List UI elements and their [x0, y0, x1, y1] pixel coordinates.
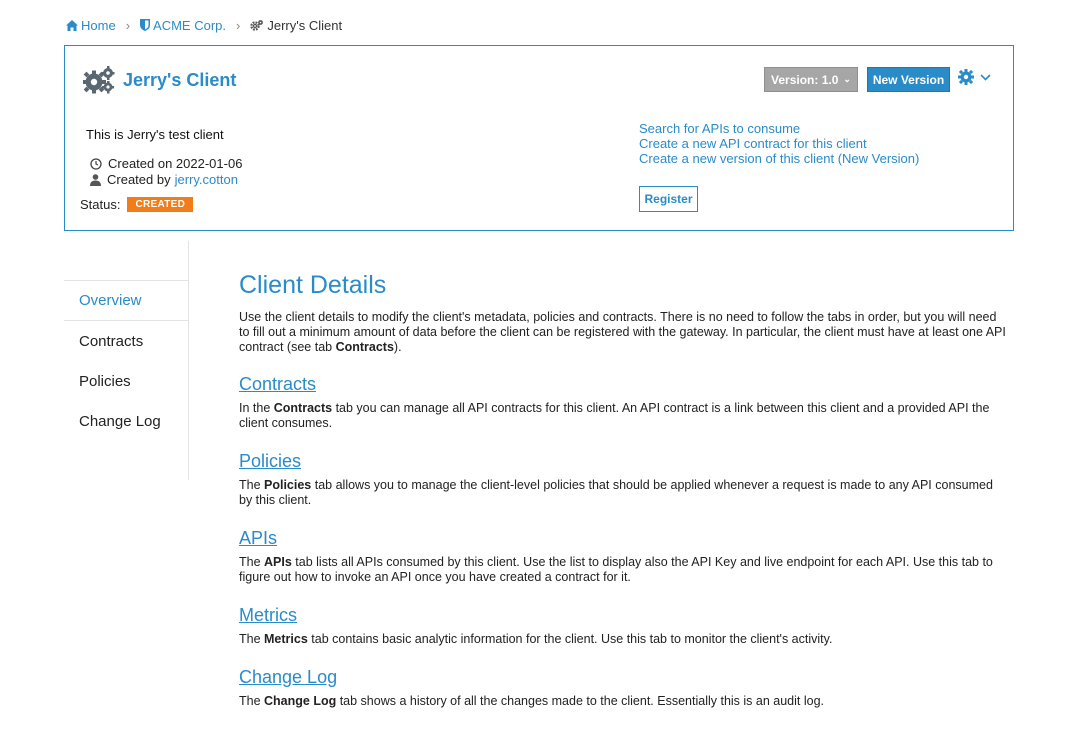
created-by-user-link[interactable]: jerry.cotton — [175, 172, 238, 187]
breadcrumb: Home › ACME Corp. › Jerry's Client — [66, 17, 342, 33]
breadcrumb-home-label: Home — [81, 17, 116, 33]
breadcrumb-org-label: ACME Corp. — [153, 17, 226, 33]
side-nav: Overview Contracts Policies Change Log — [64, 241, 189, 480]
gears-icon — [83, 66, 115, 94]
intro-text: Use the client details to modify the cli… — [239, 310, 1006, 354]
settings-dropdown[interactable] — [958, 69, 991, 85]
breadcrumb-client-label: Jerry's Client — [267, 17, 343, 33]
breadcrumb-org[interactable]: ACME Corp. — [140, 18, 226, 33]
section-text: The Metrics tab contains basic analytic … — [239, 632, 833, 646]
created-on: Created on 2022-01-06 — [90, 156, 242, 171]
section-text: The Policies tab allows you to manage th… — [239, 478, 993, 507]
created-by: Created by jerry.cotton — [90, 172, 238, 187]
status-label: Status: — [80, 197, 121, 212]
side-nav-spacer — [64, 241, 188, 281]
section-title-contracts[interactable]: Contracts — [239, 373, 316, 395]
gears-icon — [250, 20, 264, 31]
shield-icon — [140, 19, 151, 31]
version-dropdown[interactable]: Version: 1.0 ⌄ — [764, 67, 858, 92]
client-title-text: Jerry's Client — [123, 69, 237, 90]
user-icon — [90, 173, 101, 186]
page-title: Client Details — [239, 271, 387, 299]
section-changelog: Change Log The Change Log tab shows a hi… — [239, 666, 1009, 709]
register-button[interactable]: Register — [639, 186, 698, 212]
nav-contracts[interactable]: Contracts — [64, 321, 188, 361]
section-policies: Policies The Policies tab allows you to … — [239, 450, 1009, 508]
client-title: Jerry's Client — [83, 66, 236, 94]
nav-changelog[interactable]: Change Log — [64, 401, 188, 441]
section-apis: APIs The APIs tab lists all APIs consume… — [239, 527, 1009, 585]
section-text: The APIs tab lists all APIs consumed by … — [239, 555, 993, 584]
search-apis-link[interactable]: Search for APIs to consume — [639, 121, 919, 136]
chevron-down-icon — [980, 73, 991, 81]
nav-overview[interactable]: Overview — [64, 281, 188, 321]
client-description: This is Jerry's test client — [86, 127, 224, 142]
breadcrumb-home[interactable]: Home — [66, 18, 116, 33]
client-details-content: Client Details Use the client details to… — [239, 270, 1009, 709]
home-icon — [66, 19, 78, 31]
nav-policies[interactable]: Policies — [64, 361, 188, 401]
section-metrics: Metrics The Metrics tab contains basic a… — [239, 604, 1009, 647]
gear-icon — [958, 69, 974, 85]
created-on-text: Created on 2022-01-06 — [108, 156, 243, 171]
clock-icon — [90, 157, 102, 170]
chevron-right-icon: › — [125, 17, 131, 33]
section-title-policies[interactable]: Policies — [239, 450, 301, 472]
section-contracts: Contracts In the Contracts tab you can m… — [239, 373, 1009, 431]
status-line: Status: CREATED — [80, 197, 194, 212]
version-dropdown-label: Version: 1.0 — [771, 72, 839, 87]
client-header-panel: Jerry's Client Version: 1.0 ⌄ New Versio… — [64, 45, 1014, 231]
create-version-link[interactable]: Create a new version of this client (New… — [639, 151, 919, 166]
created-by-label: Created by — [107, 172, 171, 187]
chevron-down-icon: ⌄ — [843, 74, 851, 84]
section-title-metrics[interactable]: Metrics — [239, 604, 297, 626]
section-text: In the Contracts tab you can manage all … — [239, 401, 990, 430]
section-title-changelog[interactable]: Change Log — [239, 666, 337, 688]
section-text: The Change Log tab shows a history of al… — [239, 694, 825, 708]
breadcrumb-client: Jerry's Client — [250, 18, 342, 33]
action-links: Search for APIs to consume Create a new … — [639, 121, 919, 166]
status-badge: CREATED — [127, 197, 194, 212]
new-version-button[interactable]: New Version — [867, 67, 950, 92]
create-contract-link[interactable]: Create a new API contract for this clien… — [639, 136, 919, 151]
chevron-right-icon: › — [236, 17, 241, 33]
section-title-apis[interactable]: APIs — [239, 527, 277, 549]
